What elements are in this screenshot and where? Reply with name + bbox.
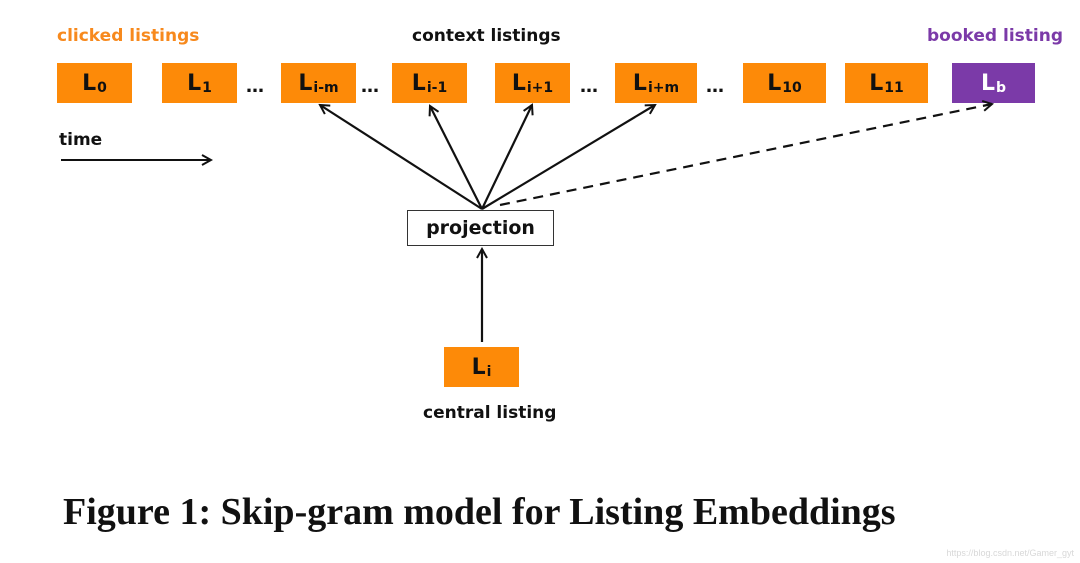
- central-listing-box: Li: [444, 347, 519, 387]
- figure-caption: Figure 1: Skip-gram model for Listing Em…: [63, 491, 896, 533]
- projection-label: projection: [426, 217, 535, 239]
- watermark: https://blog.csdn.net/Gamer_gyt: [946, 548, 1074, 558]
- arrow-to-li-m: [320, 105, 483, 210]
- arrows-layer: [61, 0, 1080, 342]
- central-listing-label: central listing: [423, 403, 557, 423]
- projection-box: projection: [407, 210, 554, 246]
